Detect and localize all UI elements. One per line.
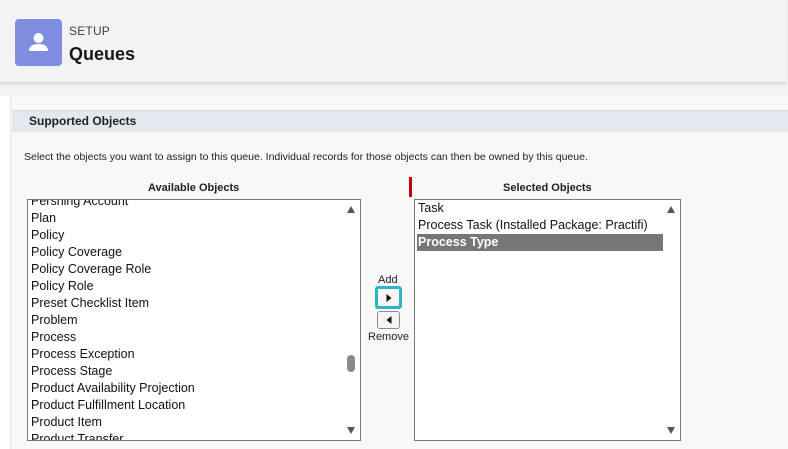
scroll-thumb[interactable]: [347, 355, 355, 372]
scroll-up-icon[interactable]: [667, 206, 675, 213]
list-item[interactable]: Policy Role: [30, 278, 94, 295]
available-scrollbar[interactable]: [343, 200, 360, 440]
instructions-text: Select the objects you want to assign to…: [24, 151, 588, 163]
add-button[interactable]: [375, 286, 402, 309]
arrow-left-icon: [386, 316, 391, 324]
list-item[interactable]: Pershing Account: [30, 200, 128, 210]
list-item[interactable]: Policy: [30, 227, 64, 244]
add-label: Add: [378, 274, 398, 286]
header-card: SETUP Queues: [0, 0, 786, 83]
list-item-selected[interactable]: Process Type: [417, 234, 663, 251]
list-item[interactable]: Policy Coverage Role: [30, 261, 151, 278]
list-item[interactable]: Process Stage: [30, 363, 112, 380]
list-item[interactable]: Product Transfer: [30, 431, 123, 440]
list-item[interactable]: Plan: [30, 210, 56, 227]
list-item[interactable]: Product Fulfillment Location: [30, 397, 185, 414]
section-title: Supported Objects: [29, 114, 137, 128]
selected-objects-list[interactable]: Task Process Task (Installed Package: Pr…: [414, 199, 681, 441]
list-item[interactable]: Policy Coverage: [30, 244, 122, 261]
page-title: Queues: [69, 44, 136, 64]
page-header: SETUP Queues: [0, 0, 788, 96]
scroll-up-icon[interactable]: [347, 206, 355, 213]
user-icon: [15, 19, 62, 66]
list-item[interactable]: Preset Checklist Item: [30, 295, 149, 312]
remove-label: Remove: [368, 331, 409, 343]
scroll-down-icon[interactable]: [667, 427, 675, 434]
arrow-right-icon: [386, 293, 391, 302]
setup-breadcrumb[interactable]: SETUP: [69, 24, 110, 38]
list-item[interactable]: Process Task (Installed Package: Practif…: [417, 217, 648, 234]
list-item[interactable]: Process Exception: [30, 346, 135, 363]
available-objects-label: Available Objects: [148, 182, 240, 194]
list-item[interactable]: Product Availability Projection: [30, 380, 195, 397]
available-objects-list[interactable]: Pershing Account Plan Policy Policy Cove…: [27, 199, 361, 441]
list-item[interactable]: Problem: [30, 312, 78, 329]
selected-objects-label: Selected Objects: [503, 182, 592, 194]
scroll-down-icon[interactable]: [347, 427, 355, 434]
list-item[interactable]: Task: [417, 200, 444, 217]
list-item[interactable]: Product Item: [30, 414, 102, 431]
selected-scrollbar[interactable]: [663, 200, 680, 440]
remove-button[interactable]: [377, 311, 400, 329]
list-item[interactable]: Process: [30, 329, 76, 346]
required-marker: [409, 177, 412, 197]
